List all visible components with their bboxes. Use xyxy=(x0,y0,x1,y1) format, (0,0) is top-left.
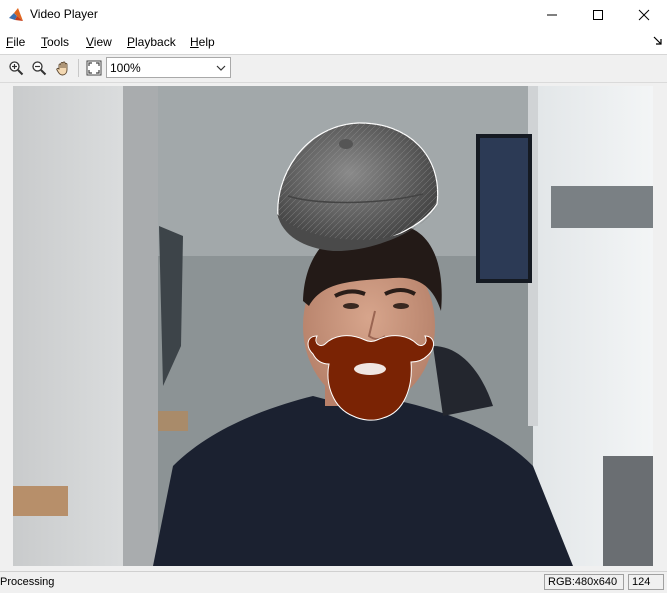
menu-playback[interactable]: Playback xyxy=(127,35,176,49)
matlab-logo-icon xyxy=(9,8,23,21)
video-viewport xyxy=(0,83,667,570)
status-bar: Processing RGB:480x640 124 xyxy=(0,571,667,593)
status-frame-count: 124 xyxy=(628,574,664,590)
status-text: Processing xyxy=(0,576,55,588)
menu-tools[interactable]: Tools xyxy=(41,35,69,49)
maximize-button[interactable] xyxy=(575,0,621,30)
zoom-out-button[interactable] xyxy=(29,58,49,78)
monitor xyxy=(476,134,532,283)
zoom-in-button[interactable] xyxy=(6,58,26,78)
menu-file[interactable]: File xyxy=(6,35,25,49)
window-title: Video Player xyxy=(30,7,98,21)
menu-view[interactable]: View xyxy=(86,35,112,49)
status-format: RGB:480x640 xyxy=(544,574,624,590)
minimize-icon xyxy=(547,14,557,16)
dock-arrow-icon[interactable] xyxy=(653,36,663,46)
zoom-level-select[interactable]: 100% xyxy=(106,57,231,78)
fit-to-window-button[interactable] xyxy=(84,58,104,78)
pan-button[interactable] xyxy=(53,58,73,78)
title-bar: Video Player xyxy=(0,0,667,30)
menu-bar: File Tools View Playback Help xyxy=(0,30,667,55)
menu-help[interactable]: Help xyxy=(190,35,215,49)
toolbar: 100% xyxy=(0,55,667,83)
chevron-down-icon xyxy=(216,65,226,71)
maximize-icon xyxy=(593,10,603,20)
zoom-level-value: 100% xyxy=(110,61,141,75)
pan-hand-icon xyxy=(56,61,68,76)
close-icon xyxy=(638,9,650,21)
zoom-in-icon xyxy=(9,61,24,76)
zoom-out-icon xyxy=(32,61,47,76)
video-frame[interactable] xyxy=(13,86,653,566)
toolbar-separator xyxy=(78,59,79,77)
close-button[interactable] xyxy=(621,0,667,30)
fit-to-window-icon xyxy=(86,60,102,76)
minimize-button[interactable] xyxy=(529,0,575,30)
